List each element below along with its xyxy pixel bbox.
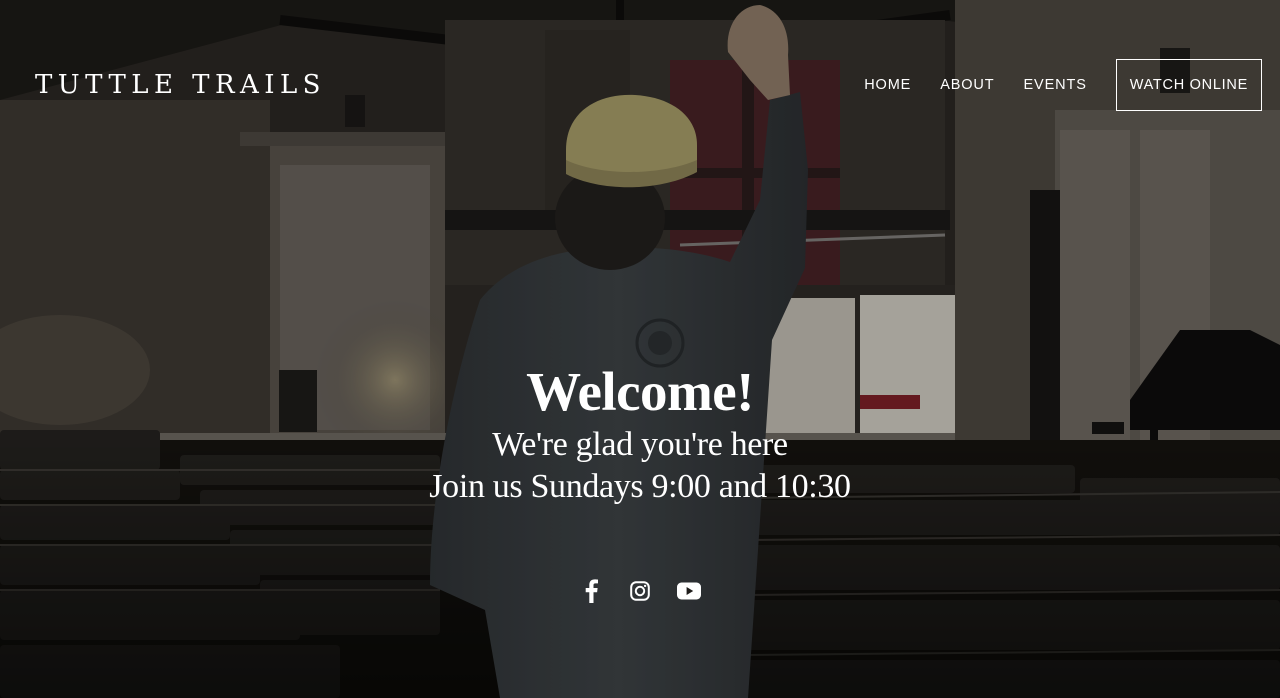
site-logo[interactable]: TUTTLE TRAILS (35, 70, 326, 100)
hero-subtitle: We're glad you're here (492, 426, 788, 463)
youtube-icon (677, 582, 701, 600)
facebook-link[interactable] (576, 576, 606, 606)
main-nav: HOME ABOUT EVENTS WATCH ONLINE (864, 59, 1262, 111)
instagram-icon (630, 581, 650, 601)
facebook-icon (585, 579, 598, 603)
hero-title: Welcome! (526, 361, 754, 422)
watch-online-button[interactable]: WATCH ONLINE (1115, 59, 1262, 111)
hero-service-times: Join us Sundays 9:00 and 10:30 (429, 468, 851, 505)
social-links (576, 576, 704, 606)
nav-link-about[interactable]: ABOUT (940, 77, 994, 93)
instagram-link[interactable] (625, 576, 655, 606)
nav-link-events[interactable]: EVENTS (1024, 77, 1087, 93)
nav-link-home[interactable]: HOME (864, 77, 911, 93)
hero-content: Welcome! We're glad you're here Join us … (340, 360, 940, 508)
site-header: TUTTLE TRAILS HOME ABOUT EVENTS WATCH ON… (0, 0, 1280, 170)
youtube-link[interactable] (674, 576, 704, 606)
